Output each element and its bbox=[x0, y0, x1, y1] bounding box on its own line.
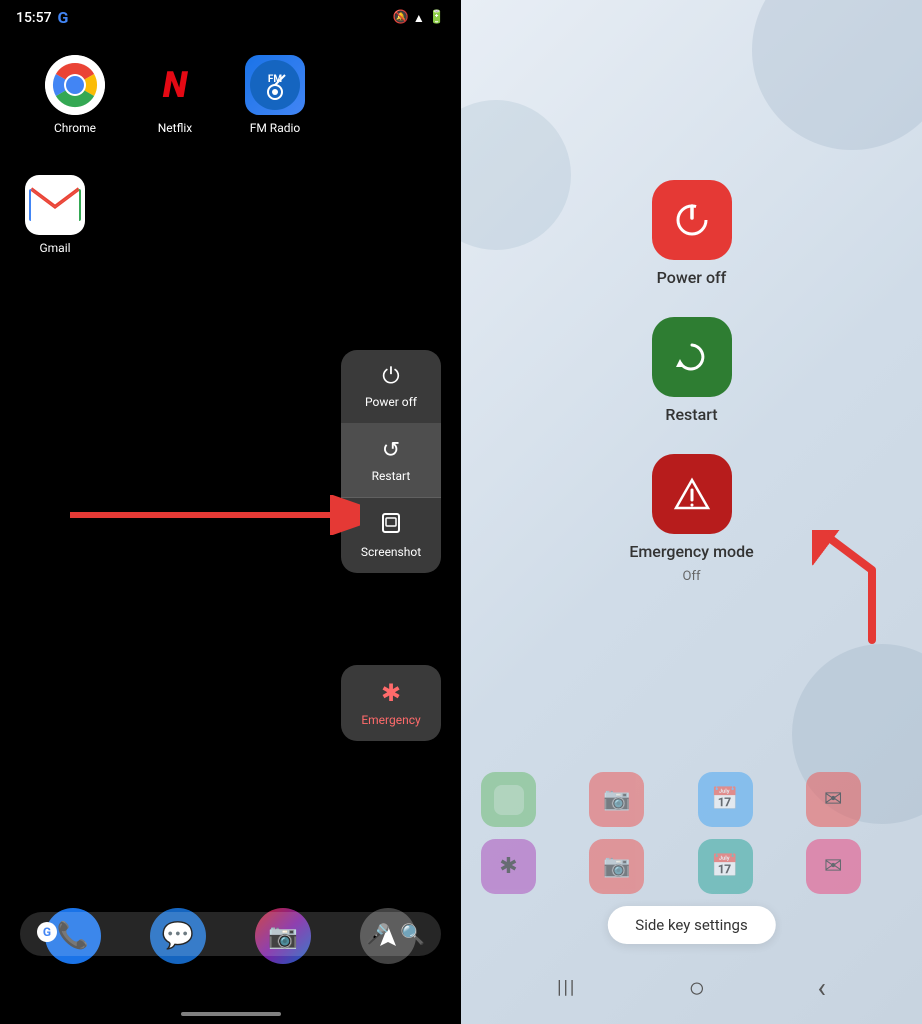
samsung-emergency-item[interactable]: Emergency mode Off bbox=[629, 454, 753, 584]
bg-app-1 bbox=[481, 772, 536, 827]
restart-label: Restart bbox=[372, 469, 411, 483]
chrome-label: Chrome bbox=[54, 121, 96, 135]
status-left: 15:57 G bbox=[16, 8, 68, 27]
nav-back-button[interactable]: ‹ bbox=[818, 971, 826, 1004]
mute-icon: 🔕 bbox=[393, 10, 409, 25]
screenshot-label: Screenshot bbox=[361, 545, 421, 559]
home-indicator bbox=[181, 1012, 281, 1016]
lens-icon[interactable]: 🔍 bbox=[400, 922, 425, 946]
power-menu: ⏻ Power off ↺ Restart Screenshot bbox=[341, 350, 441, 573]
samsung-restart-label: Restart bbox=[665, 405, 717, 424]
svg-text:G: G bbox=[43, 925, 51, 939]
google-search-logo: G bbox=[36, 921, 58, 948]
samsung-emergency-label: Emergency mode bbox=[629, 542, 753, 561]
side-key-settings-button[interactable]: Side key settings bbox=[607, 906, 775, 944]
samsung-power-off-label: Power off bbox=[657, 268, 727, 287]
nav-home-button[interactable]: ○ bbox=[688, 971, 705, 1004]
side-key-settings-label: Side key settings bbox=[635, 916, 747, 934]
gmail-icon bbox=[25, 175, 85, 235]
power-off-label: Power off bbox=[365, 395, 417, 409]
bottom-navigation: ||| ○ ‹ bbox=[461, 961, 922, 1014]
signal-icon: ▲ bbox=[413, 11, 425, 25]
gmail-row: Gmail bbox=[0, 175, 461, 255]
search-bar[interactable]: G 🎤 🔍 bbox=[20, 912, 441, 956]
status-bar: 15:57 G 🔕 ▲ 🔋 bbox=[0, 0, 461, 35]
left-arrow-indicator bbox=[60, 495, 350, 525]
power-off-menu-item[interactable]: ⏻ Power off bbox=[341, 350, 441, 424]
screenshot-icon bbox=[380, 512, 402, 539]
bg-app-6: 📷 bbox=[589, 839, 644, 894]
samsung-restart-item[interactable]: Restart bbox=[652, 317, 732, 424]
chrome-icon bbox=[45, 55, 105, 115]
samsung-power-off-item[interactable]: Power off bbox=[652, 180, 732, 287]
netflix-app[interactable]: N Netflix bbox=[140, 55, 210, 135]
google-indicator: G bbox=[58, 8, 69, 27]
fmradio-app[interactable]: FM FM Radio bbox=[240, 55, 310, 135]
samsung-restart-icon bbox=[652, 317, 732, 397]
netflix-icon: N bbox=[145, 55, 205, 115]
bg-app-2: 📷 bbox=[589, 772, 644, 827]
emergency-menu: ✱ Emergency bbox=[341, 665, 441, 741]
bg-app-7: 📅 bbox=[698, 839, 753, 894]
restart-icon: ↺ bbox=[382, 438, 400, 463]
status-icons: 🔕 ▲ 🔋 bbox=[393, 10, 445, 25]
gmail-app[interactable]: Gmail bbox=[20, 175, 90, 255]
background-app-grid: 📷 📅 ✉ ✱ 📷 📅 ✉ bbox=[471, 762, 912, 904]
bg-app-3: 📅 bbox=[698, 772, 753, 827]
emergency-label: Emergency bbox=[361, 713, 420, 727]
netflix-label: Netflix bbox=[158, 121, 193, 135]
battery-icon: 🔋 bbox=[429, 10, 445, 25]
power-off-icon: ⏻ bbox=[382, 364, 399, 389]
bg-app-4: ✉ bbox=[806, 772, 861, 827]
nav-menu-button[interactable]: ||| bbox=[557, 977, 576, 998]
bg-app-8: ✉ bbox=[806, 839, 861, 894]
restart-menu-item[interactable]: ↺ Restart bbox=[341, 424, 441, 498]
android-home-screen: 15:57 G 🔕 ▲ 🔋 bbox=[0, 0, 461, 1024]
time-display: 15:57 bbox=[16, 10, 52, 26]
chrome-app[interactable]: Chrome bbox=[40, 55, 110, 135]
right-arrow-indicator bbox=[812, 530, 892, 654]
fmradio-label: FM Radio bbox=[250, 121, 301, 135]
samsung-emergency-icon bbox=[652, 454, 732, 534]
gmail-label: Gmail bbox=[39, 241, 70, 255]
mic-icon[interactable]: 🎤 bbox=[365, 922, 390, 946]
samsung-power-off-icon bbox=[652, 180, 732, 260]
emergency-icon: ✱ bbox=[381, 679, 401, 707]
emergency-item[interactable]: ✱ Emergency bbox=[341, 665, 441, 741]
samsung-emergency-sublabel: Off bbox=[683, 569, 701, 584]
app-row-1: Chrome N Netflix FM FM Radio bbox=[0, 35, 461, 155]
bg-app-5: ✱ bbox=[481, 839, 536, 894]
samsung-power-menu-screen: Power off Restart Emergency mode bbox=[461, 0, 922, 1024]
fmradio-icon: FM bbox=[245, 55, 305, 115]
